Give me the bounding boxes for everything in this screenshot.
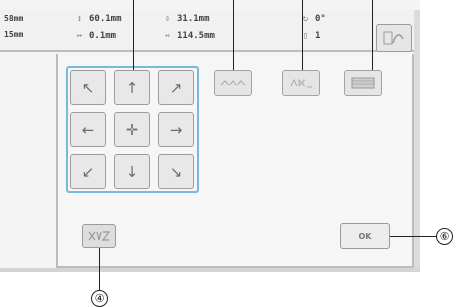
arrow-down-left-icon: ↙ xyxy=(81,162,95,181)
status-bar: 58mm 15mm ↕ 60.1mm ↔ 0.1mm ⇕ 31.1mm ⇿ 11… xyxy=(0,10,420,52)
callout-line-button-3 xyxy=(372,0,373,70)
center-icon: ✛ xyxy=(125,120,139,139)
callout-line-ok xyxy=(390,236,436,237)
arrow-right-icon: → xyxy=(169,120,183,139)
stitch-pattern-icon xyxy=(220,80,246,86)
arrow-down-icon: ↓ xyxy=(125,162,139,181)
horizontal-arrow-icon: ↔ xyxy=(76,31,83,41)
stat-rotation-value: 0° xyxy=(315,14,326,24)
stat-thread-count: ▯ 1 xyxy=(300,31,321,41)
arrow-left-icon: ← xyxy=(81,120,95,139)
function-button-2[interactable] xyxy=(282,70,320,96)
arrow-up-button[interactable]: ↑ xyxy=(114,70,150,105)
callout-line-lower-left xyxy=(99,248,100,292)
stat-height: ↕ 60.1mm xyxy=(74,14,122,24)
function-button-3[interactable] xyxy=(344,70,382,96)
stat-width-value: 0.1mm xyxy=(89,31,117,41)
stat-rotation: ↻ 0° xyxy=(300,14,326,24)
arrow-down-left-button[interactable]: ↙ xyxy=(70,154,106,189)
arrow-left-button[interactable]: ← xyxy=(70,112,106,147)
stat-vertical-position-value: 31.1mm xyxy=(177,14,210,24)
arrow-up-right-icon: ↗ xyxy=(169,78,183,97)
arrow-up-left-icon: ↖ xyxy=(81,78,95,97)
letter-pattern-icon xyxy=(290,78,312,88)
height-readout: 58mm xyxy=(4,14,24,23)
arrow-keypad: ↖ ↑ ↗ ← ✛ → ↙ ↓ ↘ xyxy=(70,70,195,189)
arrow-up-icon: ↑ xyxy=(125,78,139,97)
stat-height-value: 60.1mm xyxy=(89,14,122,24)
arrow-down-right-icon: ↘ xyxy=(169,162,183,181)
arrow-up-right-button[interactable]: ↗ xyxy=(158,70,194,105)
frame-right-edge xyxy=(414,10,420,272)
arrow-right-button[interactable]: → xyxy=(158,112,194,147)
frame-bottom-edge xyxy=(0,268,420,272)
stat-vertical-position: ⇕ 31.1mm xyxy=(162,14,210,24)
stat-thread-count-value: 1 xyxy=(315,31,321,41)
pattern-icon xyxy=(383,31,404,45)
callout-line-button-1 xyxy=(233,0,234,70)
fill-pattern-icon xyxy=(351,77,375,89)
stat-width: ↔ 0.1mm xyxy=(74,31,116,41)
callout-line-button-2 xyxy=(302,0,303,70)
vertical-arrow-icon: ↕ xyxy=(76,14,83,24)
arrow-down-button[interactable]: ↓ xyxy=(114,154,150,189)
callout-number-4: ④ xyxy=(91,290,108,307)
pattern-preview-button[interactable] xyxy=(376,24,412,52)
stat-horizontal-position-value: 114.5mm xyxy=(177,31,215,41)
arrow-up-left-button[interactable]: ↖ xyxy=(70,70,106,105)
embroidery-edit-screen: 58mm 15mm ↕ 60.1mm ↔ 0.1mm ⇕ 31.1mm ⇿ 11… xyxy=(0,0,420,272)
callout-number-6: ⑥ xyxy=(436,228,453,245)
function-button-1[interactable] xyxy=(214,70,252,96)
lower-left-button[interactable] xyxy=(82,224,116,248)
vertical-position-icon: ⇕ xyxy=(164,14,171,24)
frame-pattern-icon xyxy=(88,231,111,241)
arrow-down-right-button[interactable]: ↘ xyxy=(158,154,194,189)
ok-button[interactable]: OK xyxy=(340,223,390,249)
horizontal-position-icon: ⇿ xyxy=(164,31,171,41)
callout-line-arrows xyxy=(133,0,134,70)
stat-horizontal-position: ⇿ 114.5mm xyxy=(162,31,215,41)
width-readout: 15mm xyxy=(4,30,24,39)
arrow-center-button[interactable]: ✛ xyxy=(114,112,150,147)
